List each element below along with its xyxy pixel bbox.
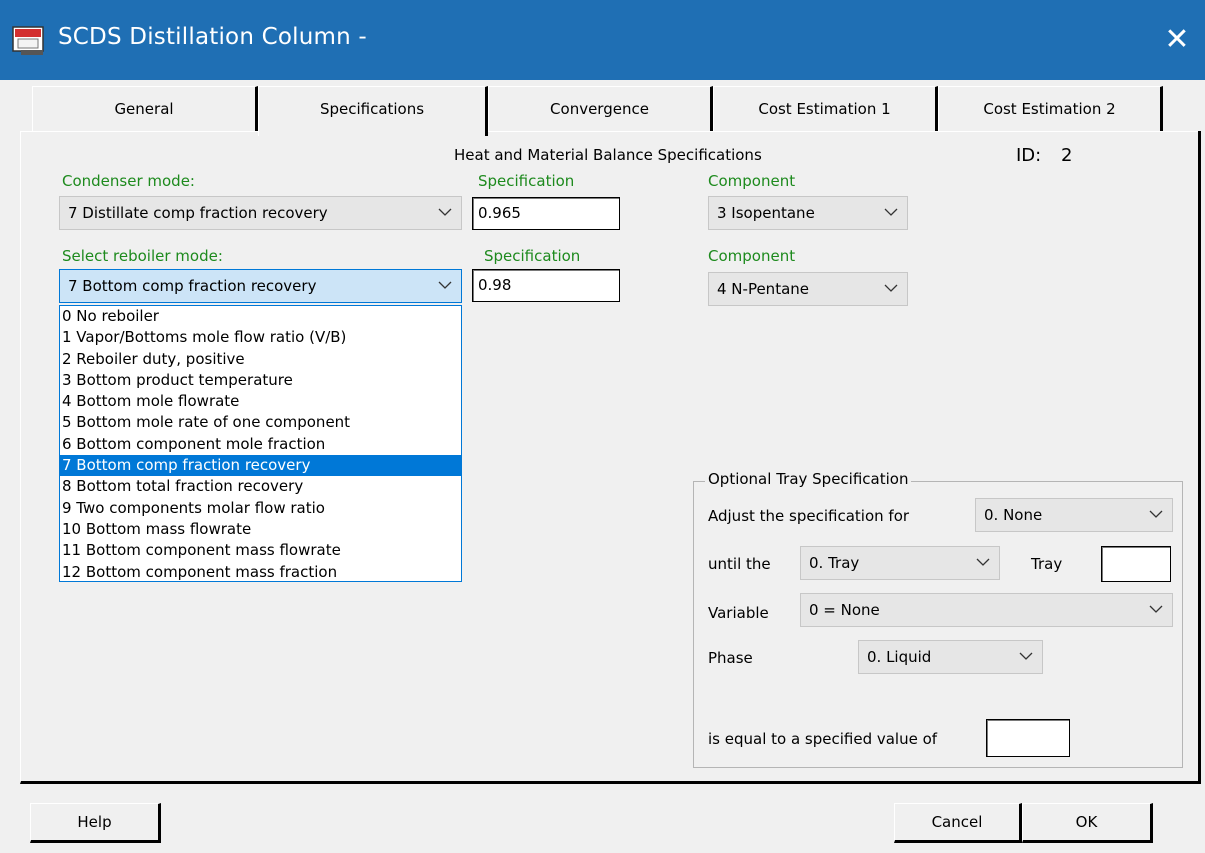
reboiler-mode-option[interactable]: 8 Bottom total fraction recovery <box>60 476 461 497</box>
ok-button[interactable]: OK <box>1022 803 1153 843</box>
chevron-down-icon <box>1149 605 1163 613</box>
tab-label: Convergence <box>550 100 649 118</box>
chevron-down-icon <box>1149 510 1163 518</box>
chevron-down-icon <box>438 281 452 289</box>
reboiler-component-value: 4 N-Pentane <box>717 280 809 298</box>
reboiler-mode-option[interactable]: 11 Bottom component mass flowrate <box>60 540 461 561</box>
adjust-label: Adjust the specification for <box>708 507 910 525</box>
reboiler-mode-value: 7 Bottom comp fraction recovery <box>68 277 317 295</box>
reboiler-component-select[interactable]: 4 N-Pentane <box>708 272 908 306</box>
id-label: ID: <box>1016 145 1042 166</box>
tab-specifications[interactable]: Specifications <box>258 86 488 136</box>
equal-label: is equal to a specified value of <box>708 730 938 748</box>
id-value: 2 <box>1061 145 1073 166</box>
tab-label: Cost Estimation 1 <box>758 100 891 118</box>
condenser-component-select[interactable]: 3 Isopentane <box>708 196 908 230</box>
app-logo-icon <box>12 26 44 55</box>
condenser-component-value: 3 Isopentane <box>717 204 815 222</box>
chevron-down-icon <box>976 558 990 566</box>
reboiler-mode-option[interactable]: 6 Bottom component mole fraction <box>60 434 461 455</box>
title-bar: SCDS Distillation Column - ✕ <box>0 0 1205 80</box>
help-button[interactable]: Help <box>30 803 161 843</box>
condenser-mode-value: 7 Distillate comp fraction recovery <box>68 204 328 222</box>
reboiler-mode-option[interactable]: 9 Two components molar flow ratio <box>60 498 461 519</box>
tab-cost-estimation-1[interactable]: Cost Estimation 1 <box>713 86 938 132</box>
until-value: 0. Tray <box>809 554 860 572</box>
condenser-spec-input[interactable]: 0.965 <box>472 197 620 230</box>
variable-value: 0 = None <box>809 601 880 619</box>
chevron-down-icon <box>884 208 898 216</box>
chevron-down-icon <box>438 208 452 216</box>
tray-spec-legend: Optional Tray Specification <box>705 470 912 488</box>
reboiler-mode-option[interactable]: 12 Bottom component mass fraction <box>60 562 461 583</box>
reboiler-mode-option[interactable]: 5 Bottom mole rate of one component <box>60 412 461 433</box>
variable-label: Variable <box>708 604 769 622</box>
condenser-mode-label: Condenser mode: <box>62 172 195 190</box>
condenser-mode-select[interactable]: 7 Distillate comp fraction recovery <box>59 196 462 230</box>
reboiler-mode-select[interactable]: 7 Bottom comp fraction recovery <box>59 269 462 303</box>
reboiler-spec-label: Specification <box>484 247 581 265</box>
variable-select[interactable]: 0 = None <box>800 593 1173 627</box>
reboiler-mode-label: Select reboiler mode: <box>62 247 223 265</box>
reboiler-spec-input[interactable]: 0.98 <box>472 269 620 302</box>
reboiler-mode-option[interactable]: 7 Bottom comp fraction recovery <box>60 455 461 477</box>
until-select[interactable]: 0. Tray <box>800 546 1000 580</box>
reboiler-mode-option[interactable]: 2 Reboiler duty, positive <box>60 349 461 370</box>
reboiler-mode-dropdown-list[interactable]: 0 No reboiler 1 Vapor/Bottoms mole flow r… <box>59 305 462 582</box>
tab-label: General <box>114 100 174 118</box>
tray-input[interactable] <box>1101 546 1171 582</box>
tab-general[interactable]: General <box>32 86 258 132</box>
reboiler-component-label: Component <box>708 247 796 265</box>
adjust-select[interactable]: 0. None <box>975 498 1173 532</box>
reboiler-mode-option[interactable]: 3 Bottom product temperature <box>60 370 461 391</box>
tray-label: Tray <box>1031 555 1063 573</box>
reboiler-mode-option[interactable]: 10 Bottom mass flowrate <box>60 519 461 540</box>
adjust-value: 0. None <box>984 506 1043 524</box>
reboiler-mode-option[interactable]: 4 Bottom mole flowrate <box>60 391 461 412</box>
phase-select[interactable]: 0. Liquid <box>858 640 1043 674</box>
phase-label: Phase <box>708 649 753 667</box>
tab-cost-estimation-2[interactable]: Cost Estimation 2 <box>938 86 1163 132</box>
panel-heading: Heat and Material Balance Specifications <box>454 146 762 164</box>
chevron-down-icon <box>1019 652 1033 660</box>
tab-convergence[interactable]: Convergence <box>488 86 713 132</box>
tab-label: Specifications <box>319 100 425 118</box>
reboiler-mode-option[interactable]: 1 Vapor/Bottoms mole flow ratio (V/B) <box>60 327 461 348</box>
tab-label: Cost Estimation 2 <box>983 100 1116 118</box>
window-title: SCDS Distillation Column - <box>58 24 367 50</box>
cancel-button[interactable]: Cancel <box>894 803 1022 843</box>
phase-value: 0. Liquid <box>867 648 932 666</box>
chevron-down-icon <box>884 284 898 292</box>
reboiler-mode-option[interactable]: 0 No reboiler <box>60 306 461 327</box>
condenser-spec-label: Specification <box>478 172 575 190</box>
specified-value-input[interactable] <box>986 719 1070 757</box>
close-icon[interactable]: ✕ <box>1159 22 1195 58</box>
until-label: until the <box>708 555 771 573</box>
condenser-component-label: Component <box>708 172 796 190</box>
